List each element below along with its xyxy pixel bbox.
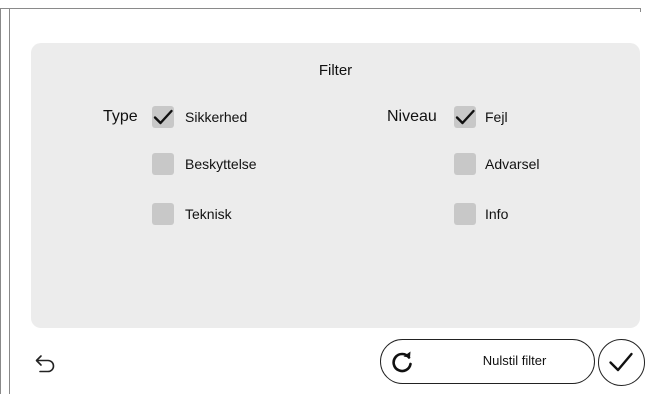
checkbox-beskyttelse[interactable]: Beskyttelse <box>152 153 257 175</box>
checkbox-label: Sikkerhed <box>185 109 248 125</box>
refresh-icon <box>392 351 412 373</box>
checkbox-sikkerhed[interactable]: Sikkerhed <box>152 106 247 128</box>
undo-arrow-icon <box>35 355 55 373</box>
checkmark-icon <box>609 352 633 372</box>
checkmark-icon <box>455 109 475 125</box>
checkbox-label: Advarsel <box>485 156 540 172</box>
level-group-label: Niveau <box>387 108 437 125</box>
checkbox-label: Info <box>485 206 509 222</box>
window-frame-corner <box>640 8 641 12</box>
checkbox-label: Beskyttelse <box>185 156 257 172</box>
checkmark-icon <box>153 109 173 125</box>
reset-filter-label: Nulstil filter <box>482 353 547 368</box>
checkbox-label: Teknisk <box>185 206 232 222</box>
checkbox-label: Fejl <box>485 109 508 125</box>
window-frame-inner-left <box>9 8 10 394</box>
window-frame-top <box>0 8 640 9</box>
type-group-label: Type <box>103 108 138 125</box>
checkbox-box[interactable] <box>152 106 174 128</box>
checkbox-box[interactable] <box>152 203 174 225</box>
checkbox-box[interactable] <box>454 203 476 225</box>
window-frame-left <box>0 8 1 394</box>
reset-filter-button[interactable]: Nulstil filter <box>380 339 595 384</box>
checkbox-box[interactable] <box>454 106 476 128</box>
filter-panel: Filter Type Sikkerhed Beskyttelse Teknis… <box>31 43 640 328</box>
checkbox-box[interactable] <box>454 153 476 175</box>
confirm-button[interactable] <box>598 339 645 386</box>
checkbox-teknisk[interactable]: Teknisk <box>152 203 232 225</box>
checkbox-advarsel[interactable]: Advarsel <box>454 153 539 175</box>
checkbox-box[interactable] <box>152 153 174 175</box>
checkbox-fejl[interactable]: Fejl <box>454 106 508 128</box>
checkbox-info[interactable]: Info <box>454 203 508 225</box>
back-button[interactable] <box>35 354 57 374</box>
filter-title: Filter <box>318 62 353 79</box>
